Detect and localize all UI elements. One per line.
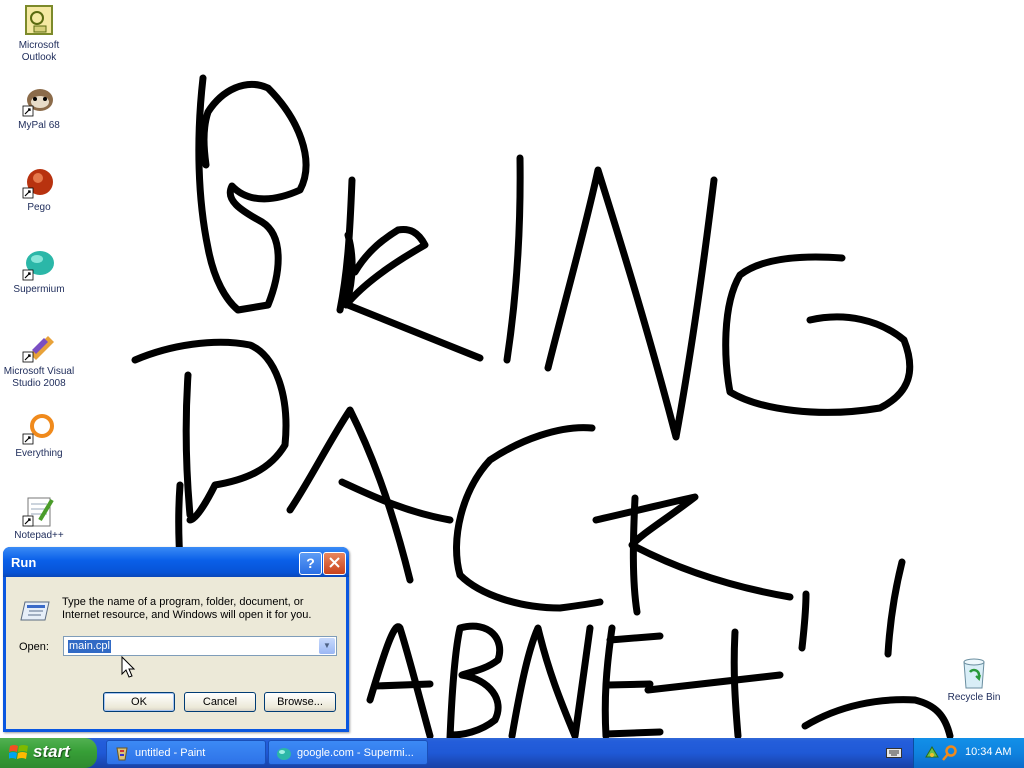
browse-button[interactable]: Browse...: [264, 692, 336, 712]
mouse-cursor-icon: [121, 656, 136, 678]
taskbar-button-label: google.com - Supermi...: [297, 747, 414, 759]
taskbar-button-paint[interactable]: untitled - Paint: [106, 740, 266, 765]
desktop-icon-label: Notepad++: [14, 530, 64, 541]
taskbar: start untitled - Paint google.com - Supe…: [0, 738, 1024, 768]
start-label: start: [33, 742, 70, 761]
close-icon: [329, 557, 340, 568]
system-tray: 10:34 AM: [913, 738, 1024, 768]
recycle-bin-label: Recycle Bin: [947, 692, 1001, 703]
desktop-icon-pego[interactable]: Pego: [1, 166, 77, 214]
desktop-icon-label: Pego: [27, 202, 51, 213]
notepadpp-icon: [22, 497, 54, 527]
keyboard-language-icon[interactable]: [886, 747, 902, 759]
desktop-icon-supermium[interactable]: Supermium: [1, 248, 77, 296]
open-input-value[interactable]: main.cpl: [68, 640, 111, 653]
close-button[interactable]: [323, 552, 346, 575]
desktop-icon-label: Supermium: [13, 284, 65, 295]
desktop-icon-outlook[interactable]: Microsoft Outlook: [1, 4, 77, 64]
help-button[interactable]: ?: [299, 552, 322, 575]
start-button[interactable]: start: [0, 738, 97, 768]
desktop-icon-notepadpp[interactable]: Notepad++: [1, 494, 77, 542]
desktop-icon-everything[interactable]: Everything: [1, 412, 77, 460]
pego-icon: [22, 169, 53, 199]
visual-studio-icon: [22, 336, 54, 363]
run-dialog-title: Run: [11, 555, 37, 570]
run-dialog: Run ? Type the name of a program, folder…: [3, 547, 349, 732]
tray-app-icon[interactable]: [924, 745, 940, 761]
taskbar-button-label: untitled - Paint: [135, 747, 206, 759]
desktop-icon-recycle-bin[interactable]: Recycle Bin: [936, 656, 1012, 704]
open-label: Open:: [19, 641, 49, 653]
supermium-icon: [22, 251, 54, 281]
supermium-icon: [277, 748, 291, 760]
run-dialog-body: Type the name of a program, folder, docu…: [6, 577, 346, 729]
desktop-icon-label: Everything: [15, 448, 63, 459]
open-combobox[interactable]: main.cpl ▼: [63, 636, 337, 656]
desktop-icon-visual-studio[interactable]: Microsoft Visual Studio 2008: [1, 330, 77, 390]
paint-icon: [116, 747, 128, 761]
windows-logo-icon: [9, 745, 28, 759]
mypal-icon: [22, 89, 53, 117]
chevron-down-icon[interactable]: ▼: [319, 638, 335, 654]
everything-icon: [22, 414, 54, 445]
recycle-bin-icon: [963, 658, 985, 689]
desktop-icon-label: Microsoft Outlook: [18, 40, 60, 63]
desktop-icon-mypal[interactable]: MyPal 68: [1, 84, 77, 132]
desktop-icon-label: Microsoft Visual Studio 2008: [3, 366, 75, 389]
taskbar-button-supermium[interactable]: google.com - Supermi...: [268, 740, 428, 765]
desktop-icon-label: MyPal 68: [18, 120, 60, 131]
search-icon[interactable]: [942, 745, 958, 761]
run-titlebar[interactable]: Run ?: [3, 547, 349, 577]
run-dialog-description: Type the name of a program, folder, docu…: [62, 596, 312, 621]
outlook-icon: [25, 5, 53, 35]
ok-button[interactable]: OK: [103, 692, 175, 712]
cancel-button[interactable]: Cancel: [184, 692, 256, 712]
clock[interactable]: 10:34 AM: [965, 746, 1011, 758]
run-program-icon: [20, 601, 50, 621]
